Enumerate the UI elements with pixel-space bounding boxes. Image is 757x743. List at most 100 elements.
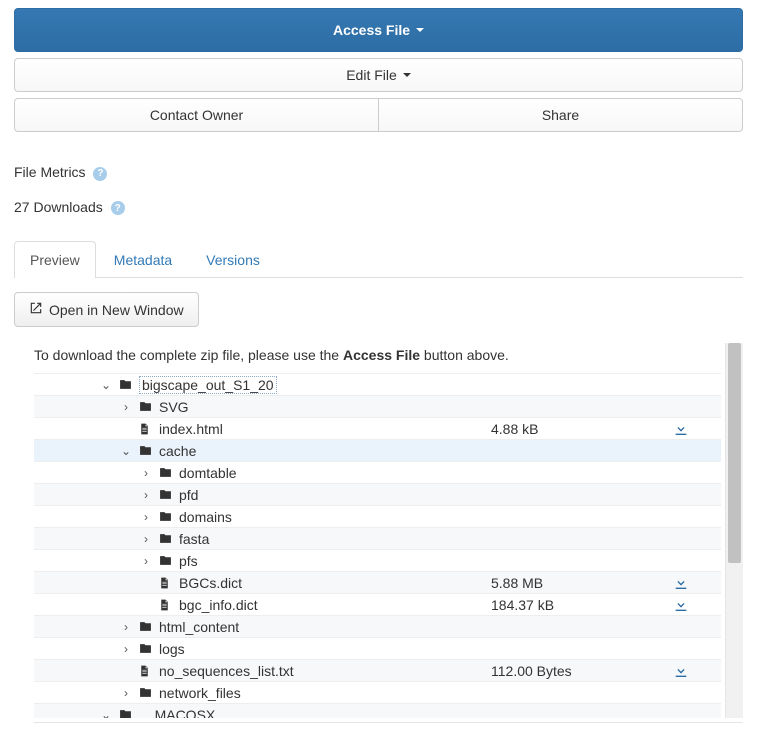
chevron-right-icon[interactable]: › (140, 554, 152, 568)
tree-file-row[interactable]: index.html4.88 kB (34, 417, 721, 439)
chevron-right-icon[interactable]: › (120, 400, 132, 414)
tree-file-row[interactable]: BGCs.dict 5.88 MB (34, 571, 721, 593)
tree-file-row[interactable]: bgc_info.dict184.37 kB (34, 593, 721, 615)
tree-folder-row[interactable]: ›pfs (34, 549, 721, 571)
tree-item-name: html_content (159, 619, 239, 635)
tree-item-name: domains (179, 509, 232, 525)
folder-icon (158, 554, 173, 567)
folder-icon (118, 378, 133, 391)
folder-icon (138, 642, 153, 655)
hint-pre: To download the complete zip file, pleas… (34, 347, 343, 363)
chevron-right-icon[interactable]: › (120, 642, 132, 656)
tab-preview[interactable]: Preview (14, 241, 96, 278)
download-icon[interactable] (673, 575, 689, 591)
tree-row-name-cell: › logs (34, 641, 491, 657)
tree-folder-row[interactable]: › domtable (34, 461, 721, 483)
file-tree: ⌄ bigscape_out_S1_20 › SVG index.html4.88 kB… (34, 373, 721, 718)
hint-bold: Access File (343, 347, 420, 363)
tree-item-action (641, 575, 721, 591)
tab-preview-label: Preview (30, 252, 80, 268)
tree-item-name: logs (159, 641, 185, 657)
folder-icon (138, 400, 153, 413)
file-icon (158, 598, 173, 611)
open-new-window-button[interactable]: Open in New Window (14, 292, 199, 327)
tree-file-row[interactable]: no_sequences_list.txt 112.00 Bytes (34, 659, 721, 681)
tree-folder-row[interactable]: ⌄cache (34, 439, 721, 461)
tree-row-name-cell: › SVG (34, 399, 491, 415)
chevron-down-icon[interactable]: ⌄ (120, 444, 132, 458)
share-label: Share (542, 107, 579, 123)
preview-area: To download the complete zip file, pleas… (34, 343, 743, 723)
tree-item-size: 5.88 MB (491, 575, 641, 591)
tree-item-name: domtable (179, 465, 237, 481)
tab-metadata[interactable]: Metadata (98, 241, 188, 278)
folder-icon (158, 510, 173, 523)
chevron-down-icon[interactable]: ⌄ (100, 708, 112, 719)
scrollbar[interactable] (725, 343, 743, 718)
tree-folder-row[interactable]: › logs (34, 637, 721, 659)
tree-folder-row[interactable]: › network_files (34, 681, 721, 703)
tree-item-name: network_files (159, 685, 241, 701)
chevron-right-icon[interactable]: › (120, 620, 132, 634)
open-new-window-label: Open in New Window (49, 302, 184, 318)
file-icon (138, 664, 153, 677)
help-icon[interactable]: ? (93, 167, 107, 181)
file-metrics-title-row: File Metrics ? (14, 164, 743, 181)
tree-row-name-cell: bgc_info.dict (34, 597, 491, 613)
file-metrics-section: File Metrics ? 27 Downloads ? (14, 164, 743, 215)
tree-folder-row[interactable]: ›fasta (34, 527, 721, 549)
edit-file-label: Edit File (346, 67, 397, 83)
chevron-right-icon[interactable]: › (140, 488, 152, 502)
folder-icon (158, 532, 173, 545)
tree-item-name: no_sequences_list.txt (159, 663, 294, 679)
tree-item-name: __MACOSX (139, 707, 215, 719)
tree-item-action (641, 663, 721, 679)
tree-item-name: BGCs.dict (179, 575, 242, 591)
contact-owner-label: Contact Owner (150, 107, 243, 123)
tree-row-name-cell: index.html (34, 421, 491, 437)
tree-folder-row[interactable]: › html_content (34, 615, 721, 637)
download-icon[interactable] (673, 663, 689, 679)
hint-post: button above. (420, 347, 509, 363)
download-icon[interactable] (673, 597, 689, 613)
tree-row-name-cell: ⌄cache (34, 443, 491, 459)
tree-folder-row[interactable]: ⌄ __MACOSX (34, 703, 721, 718)
folder-icon (138, 620, 153, 633)
tree-folder-row[interactable]: › domains (34, 505, 721, 527)
tree-row-name-cell: › html_content (34, 619, 491, 635)
folder-icon (138, 686, 153, 699)
tree-row-name-cell: ⌄ __MACOSX (34, 707, 491, 719)
file-metrics-title: File Metrics (14, 164, 86, 180)
tree-folder-row[interactable]: ⌄ bigscape_out_S1_20 (34, 373, 721, 395)
tree-row-name-cell: › domtable (34, 465, 491, 481)
help-icon[interactable]: ? (111, 201, 125, 215)
contact-share-group: Contact Owner Share (14, 98, 743, 132)
access-file-button[interactable]: Access File (14, 8, 743, 52)
chevron-right-icon[interactable]: › (120, 686, 132, 700)
tree-item-size: 112.00 Bytes (491, 663, 641, 679)
chevron-right-icon[interactable]: › (140, 510, 152, 524)
tab-versions[interactable]: Versions (190, 241, 276, 278)
chevron-down-icon[interactable]: ⌄ (100, 378, 112, 392)
tree-folder-row[interactable]: › SVG (34, 395, 721, 417)
folder-icon (138, 444, 153, 457)
chevron-right-icon[interactable]: › (140, 532, 152, 546)
scrollbar-thumb[interactable] (728, 343, 741, 563)
tree-row-name-cell: › pfd (34, 487, 491, 503)
share-button[interactable]: Share (379, 98, 743, 132)
caret-down-icon (403, 73, 411, 77)
chevron-right-icon[interactable]: › (140, 466, 152, 480)
edit-file-button[interactable]: Edit File (14, 58, 743, 92)
downloads-row: 27 Downloads ? (14, 199, 743, 216)
tree-item-name: pfd (179, 487, 198, 503)
tree-row-name-cell: ⌄ bigscape_out_S1_20 (34, 376, 491, 394)
file-icon (138, 422, 153, 435)
tree-item-name: SVG (159, 399, 189, 415)
tree-item-name: bigscape_out_S1_20 (139, 376, 277, 394)
tree-folder-row[interactable]: › pfd (34, 483, 721, 505)
downloads-count: 27 (14, 199, 30, 215)
contact-owner-button[interactable]: Contact Owner (14, 98, 379, 132)
folder-icon (158, 466, 173, 479)
tree-row-name-cell: ›fasta (34, 531, 491, 547)
download-icon[interactable] (673, 421, 689, 437)
